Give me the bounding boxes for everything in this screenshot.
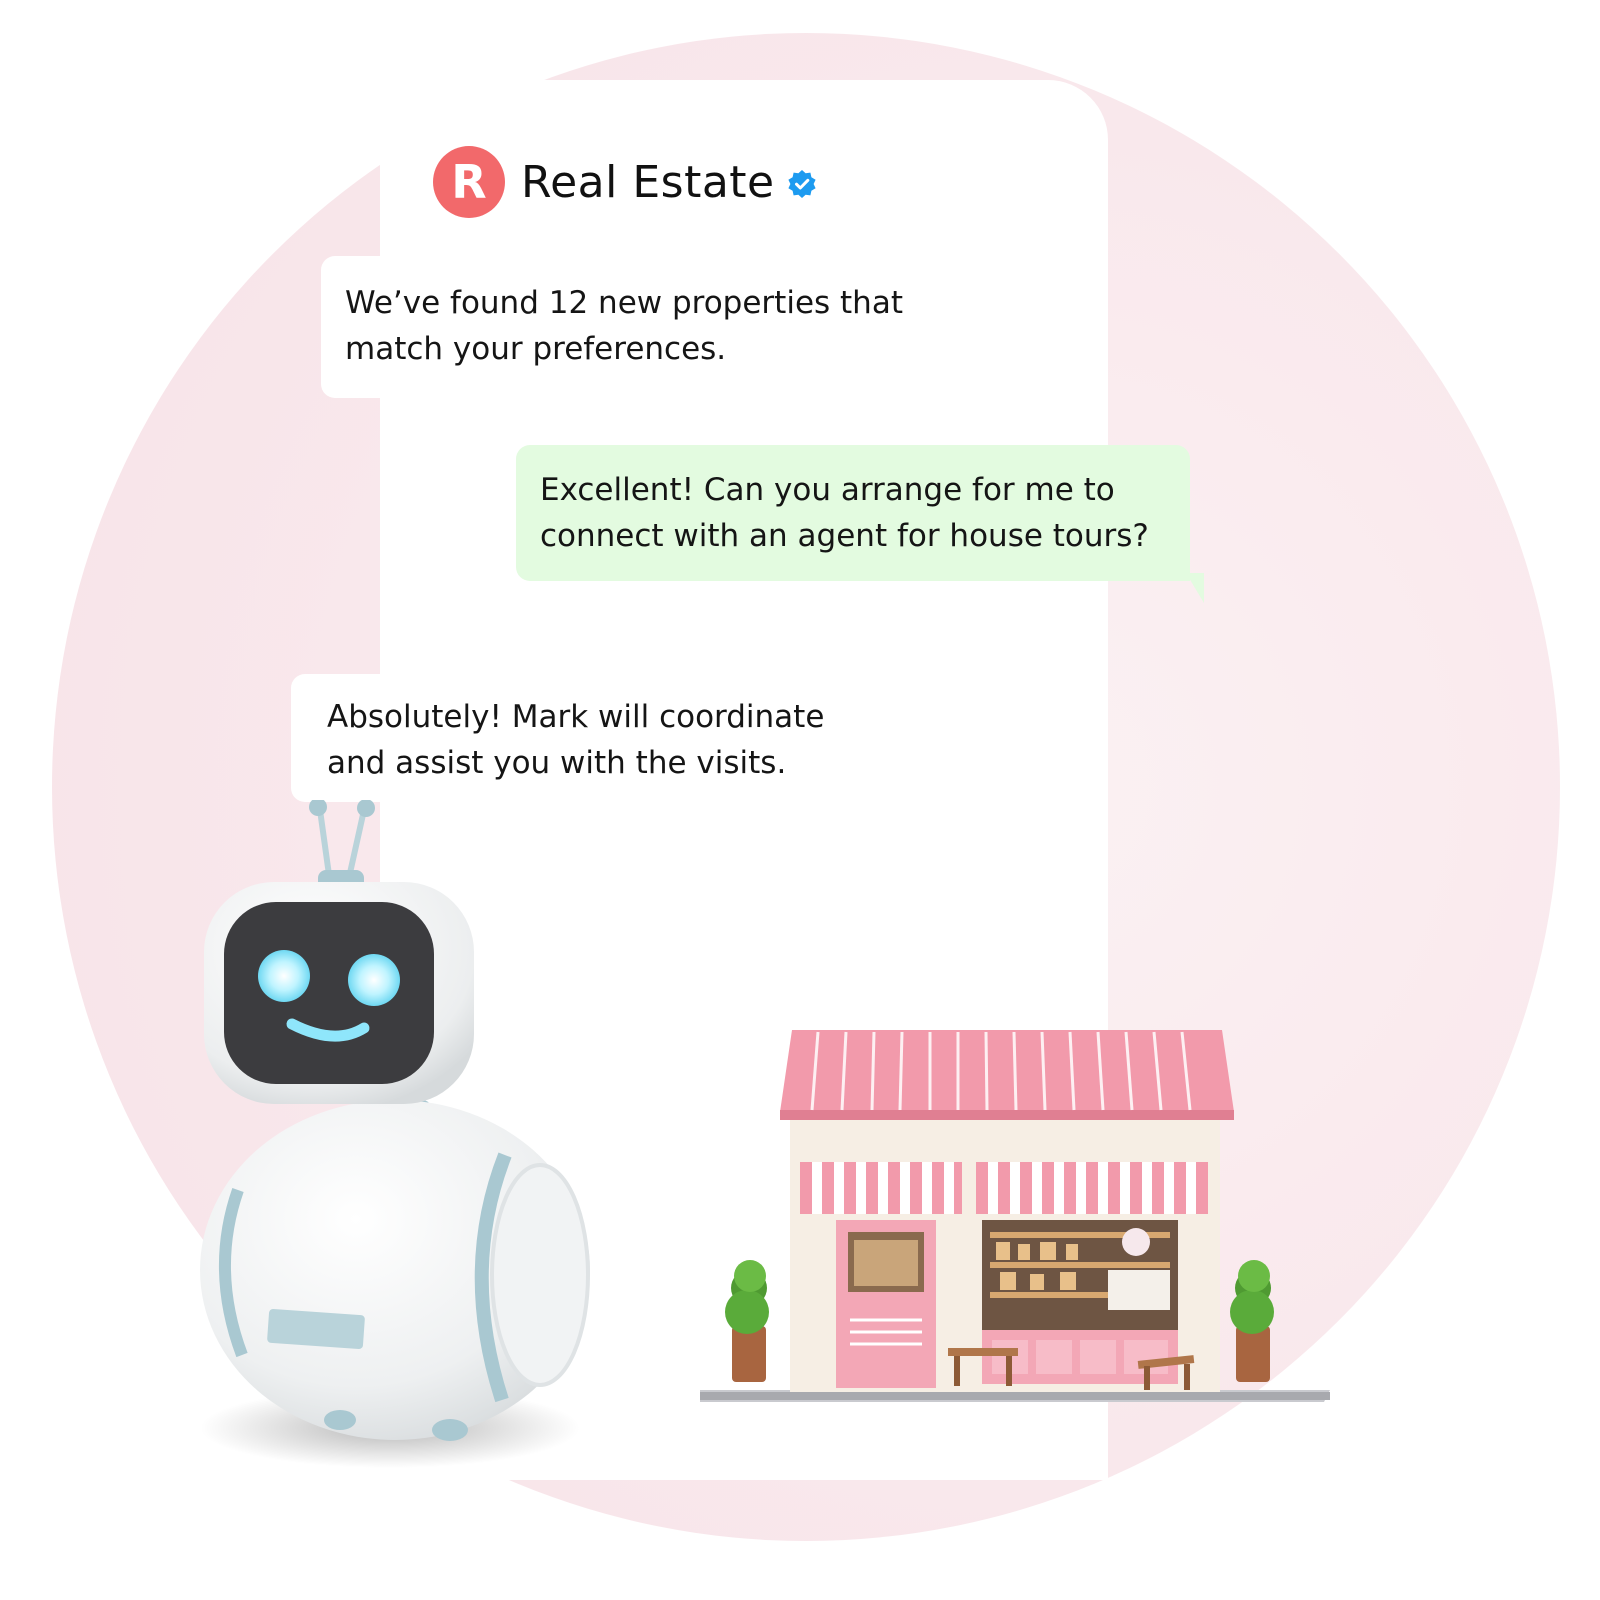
message-bubble-bot: We’ve found 12 new properties that match…: [321, 256, 941, 398]
bubble-tail: [1186, 573, 1204, 603]
message-line: Excellent! Can you arrange for me to: [540, 472, 1115, 508]
message-line: match your preferences.: [345, 331, 727, 367]
message-bubble-bot: Absolutely! Mark will coordinate and ass…: [291, 674, 891, 802]
brand-logo: R: [433, 146, 505, 218]
message-line: We’ve found 12 new properties that: [345, 285, 903, 321]
message-line: connect with an agent for house tours?: [540, 518, 1149, 554]
chat-promo-canvas: R Real Estate We’ve found 12 new propert…: [0, 0, 1600, 1600]
topiary-right: [1230, 1260, 1274, 1382]
message-bubble-user: Excellent! Can you arrange for me to con…: [516, 445, 1204, 603]
verified-badge-icon: [788, 170, 816, 198]
message-line: and assist you with the visits.: [327, 745, 787, 781]
message-line: Absolutely! Mark will coordinate: [327, 699, 825, 735]
topiary-left: [725, 1260, 769, 1382]
chat-header: R Real Estate: [433, 146, 817, 218]
brand-name: Real Estate: [521, 156, 775, 208]
robot-mascot-illustration: [200, 800, 590, 1468]
pink-storefront-illustration: [700, 1030, 1330, 1402]
